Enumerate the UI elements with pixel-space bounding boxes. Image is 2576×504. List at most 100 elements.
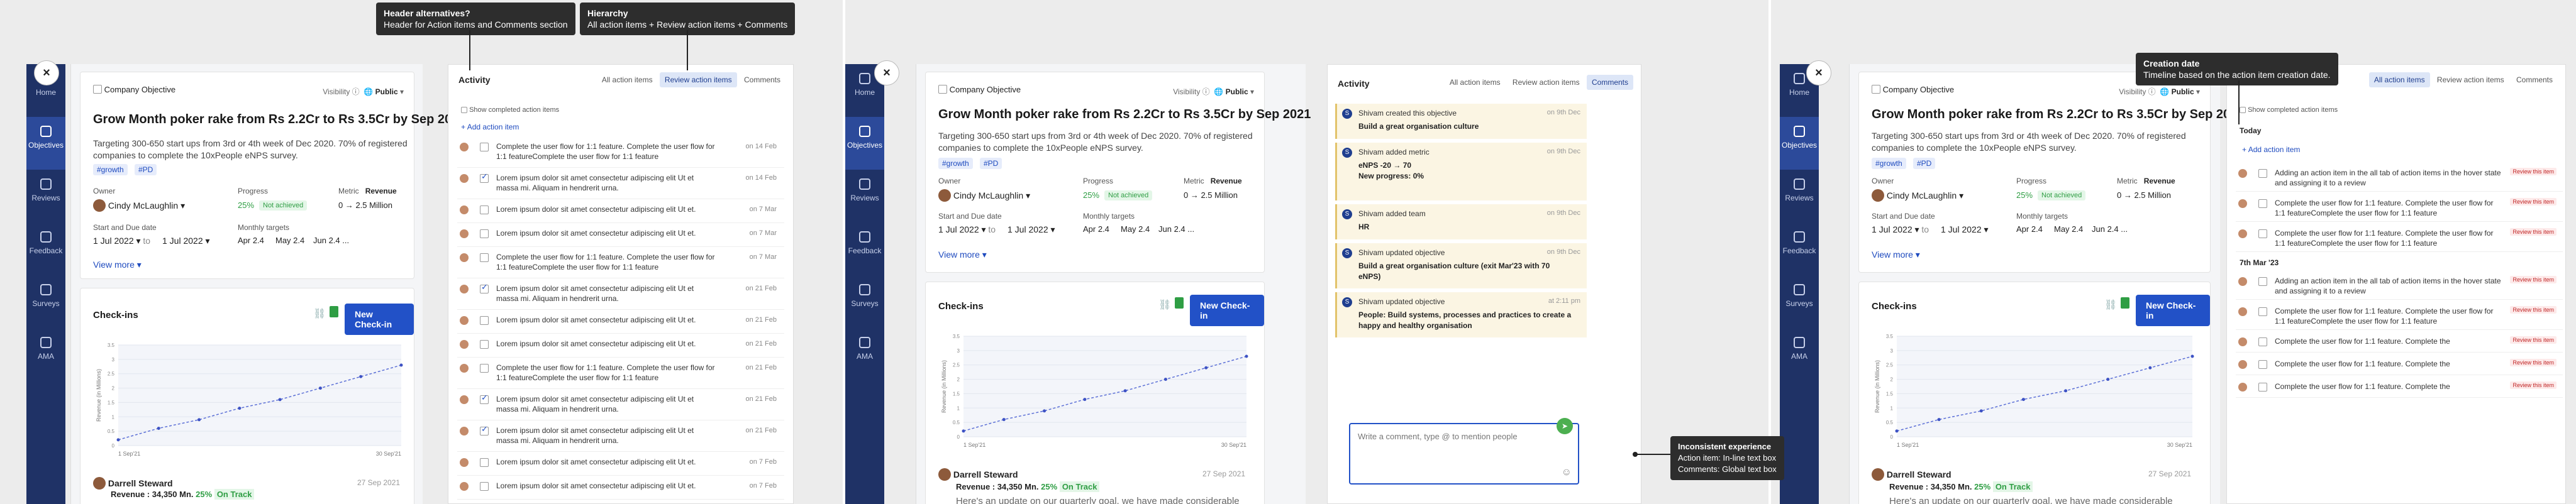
list-item[interactable]: Complete the user flow for 1:1 feature. … [2236, 379, 2563, 398]
tab-review-action-items[interactable]: Review action items [2432, 72, 2509, 87]
checkbox-icon[interactable] [2258, 277, 2267, 286]
tab-comments[interactable]: Comments [2511, 72, 2558, 87]
checkbox-icon[interactable] [2258, 229, 2267, 238]
sidebar-item-objectives[interactable]: Objectives [1780, 117, 1819, 170]
sheet-icon[interactable] [1175, 297, 1184, 309]
sidebar-item-reviews[interactable]: Reviews [26, 170, 65, 222]
tab-all-action-items[interactable]: All action items [597, 72, 658, 87]
list-item[interactable]: Lorem ipsum dolor sit amet consectetur a… [457, 170, 784, 199]
list-item[interactable]: Complete the user flow for 1:1 feature. … [2236, 334, 2563, 353]
list-item[interactable]: Complete the user flow for 1:1 feature. … [2236, 226, 2563, 252]
owner-select[interactable]: Cindy McLaughlin ▾ [1872, 189, 1963, 202]
tag[interactable]: #PD [135, 164, 157, 175]
list-item[interactable]: Lorem ipsum dolor sit amet consectetur a… [457, 226, 784, 247]
add-action-item-button[interactable]: + Add action item [461, 123, 519, 131]
emoji-icon[interactable]: ☺ [1562, 467, 1572, 478]
start-date-field[interactable]: 1 Jul 2022 ▾ to [93, 236, 150, 246]
list-item[interactable]: Complete the user flow for 1:1 feature. … [457, 139, 784, 168]
sidebar-item-ama[interactable]: AMA [845, 328, 884, 381]
sheet-icon[interactable] [2121, 297, 2129, 309]
tag[interactable]: #growth [1872, 158, 1906, 169]
new-checkin-button[interactable]: New Check-in [345, 304, 414, 335]
sidebar-item-reviews[interactable]: Reviews [845, 170, 884, 222]
checkbox-icon[interactable] [480, 340, 489, 349]
checkbox-icon[interactable] [480, 253, 489, 262]
list-item[interactable]: Lorem ipsum dolor sit amet consectetur a… [457, 478, 784, 500]
sidebar-item-objectives[interactable]: Objectives [26, 117, 65, 170]
new-checkin-button[interactable]: New Check-in [1190, 295, 1264, 326]
list-item[interactable]: Lorem ipsum dolor sit amet consectetur a… [457, 202, 784, 223]
tag[interactable]: #PD [1913, 158, 1936, 169]
sidebar-item-objectives[interactable]: Objectives [845, 117, 884, 170]
list-item[interactable]: Complete the user flow for 1:1 feature. … [2236, 195, 2563, 222]
checkbox-icon[interactable] [938, 85, 947, 94]
sidebar-item-reviews[interactable]: Reviews [1780, 170, 1819, 222]
list-item[interactable]: Complete the user flow for 1:1 feature. … [2236, 304, 2563, 330]
checkbox-icon[interactable] [480, 316, 489, 325]
checkbox-icon[interactable] [2258, 383, 2267, 392]
tag[interactable]: #PD [980, 158, 1002, 169]
visibility-control[interactable]: Visibility ⓘ 🌐 Public ▾ [1173, 86, 1254, 97]
tab-comments[interactable]: Comments [1586, 75, 1633, 90]
list-item[interactable]: Complete the user flow for 1:1 feature. … [2236, 356, 2563, 375]
list-item[interactable]: Adding an action item in the all tab of … [2236, 273, 2563, 300]
new-checkin-button[interactable]: New Check-in [2136, 295, 2210, 326]
view-more-link[interactable]: View more ▾ [938, 249, 987, 260]
checkbox-icon[interactable] [93, 85, 102, 94]
checkbox-icon[interactable] [480, 205, 489, 214]
link-icon[interactable]: ⛓ [313, 307, 326, 320]
checkbox-icon[interactable] [1872, 85, 1880, 94]
list-item[interactable]: Adding an action item in the all tab of … [2236, 165, 2563, 192]
tab-all-action-items[interactable]: All action items [1445, 75, 1506, 90]
show-completed-toggle[interactable]: Show completed action items [2240, 106, 2338, 114]
start-date-field[interactable]: 1 Jul 2022 ▾ to [1872, 224, 1929, 235]
list-item[interactable]: Lorem ipsum dolor sit amet consectetur a… [457, 281, 784, 310]
view-more-link[interactable]: View more ▾ [1872, 249, 1920, 260]
checkbox-icon[interactable] [2258, 360, 2267, 369]
close-icon[interactable]: × [34, 60, 59, 85]
visibility-control[interactable]: Visibility ⓘ 🌐 Public ▾ [323, 86, 404, 97]
due-date-field[interactable]: 1 Jul 2022 ▾ [1941, 224, 1989, 235]
due-date-field[interactable]: 1 Jul 2022 ▾ [162, 236, 210, 246]
checkbox-icon[interactable] [480, 364, 489, 373]
close-icon[interactable]: × [874, 60, 899, 85]
sidebar-item-feedback[interactable]: Feedback [845, 222, 884, 275]
add-action-item-button[interactable]: + Add action item [2242, 145, 2300, 154]
sidebar-item-surveys[interactable]: Surveys [1780, 275, 1819, 328]
list-item[interactable]: Lorem ipsum dolor sit amet consectetur a… [457, 312, 784, 334]
list-item[interactable]: Lorem ipsum dolor sit amet consectetur a… [457, 423, 784, 452]
tag[interactable]: #growth [93, 164, 128, 175]
checkbox-icon[interactable] [2258, 169, 2267, 178]
link-icon[interactable]: ⛓ [1158, 299, 1171, 311]
send-icon[interactable]: ➤ [1557, 418, 1573, 434]
checkbox-icon[interactable] [480, 143, 489, 151]
sidebar-item-ama[interactable]: AMA [1780, 328, 1819, 381]
due-date-field[interactable]: 1 Jul 2022 ▾ [1008, 224, 1055, 235]
tag[interactable]: #growth [938, 158, 973, 169]
close-icon[interactable]: × [1806, 60, 1831, 85]
view-more-link[interactable]: View more ▾ [93, 260, 142, 270]
comment-box[interactable]: Write a comment, type @ to mention peopl… [1349, 423, 1579, 485]
sidebar-item-feedback[interactable]: Feedback [26, 222, 65, 275]
checkbox-icon[interactable] [480, 229, 489, 238]
tab-comments[interactable]: Comments [739, 72, 786, 87]
link-icon[interactable]: ⛓ [2104, 299, 2117, 311]
visibility-control[interactable]: Visibility ⓘ 🌐 Public ▾ [2119, 86, 2200, 97]
owner-select[interactable]: Cindy McLaughlin ▾ [93, 199, 185, 212]
start-date-field[interactable]: 1 Jul 2022 ▾ to [938, 224, 996, 235]
checkbox-icon[interactable] [480, 458, 489, 467]
tab-review-action-items[interactable]: Review action items [1507, 75, 1585, 90]
checkbox-icon[interactable] [2258, 307, 2267, 316]
tab-review-action-items[interactable]: Review action items [659, 72, 737, 87]
sidebar-item-feedback[interactable]: Feedback [1780, 222, 1819, 275]
sidebar-item-surveys[interactable]: Surveys [26, 275, 65, 328]
list-item[interactable]: Lorem ipsum dolor sit amet consectetur a… [457, 392, 784, 420]
show-completed-toggle[interactable]: Show completed action items [461, 106, 559, 114]
list-item[interactable]: Complete the user flow for 1:1 feature. … [457, 249, 784, 278]
sidebar-item-ama[interactable]: AMA [26, 328, 65, 381]
checkbox-icon[interactable] [2258, 199, 2267, 208]
checkbox-icon[interactable] [2258, 337, 2267, 346]
checkbox-icon[interactable] [480, 482, 489, 491]
tab-all-action-items[interactable]: All action items [2368, 72, 2430, 87]
owner-select[interactable]: Cindy McLaughlin ▾ [938, 189, 1030, 202]
